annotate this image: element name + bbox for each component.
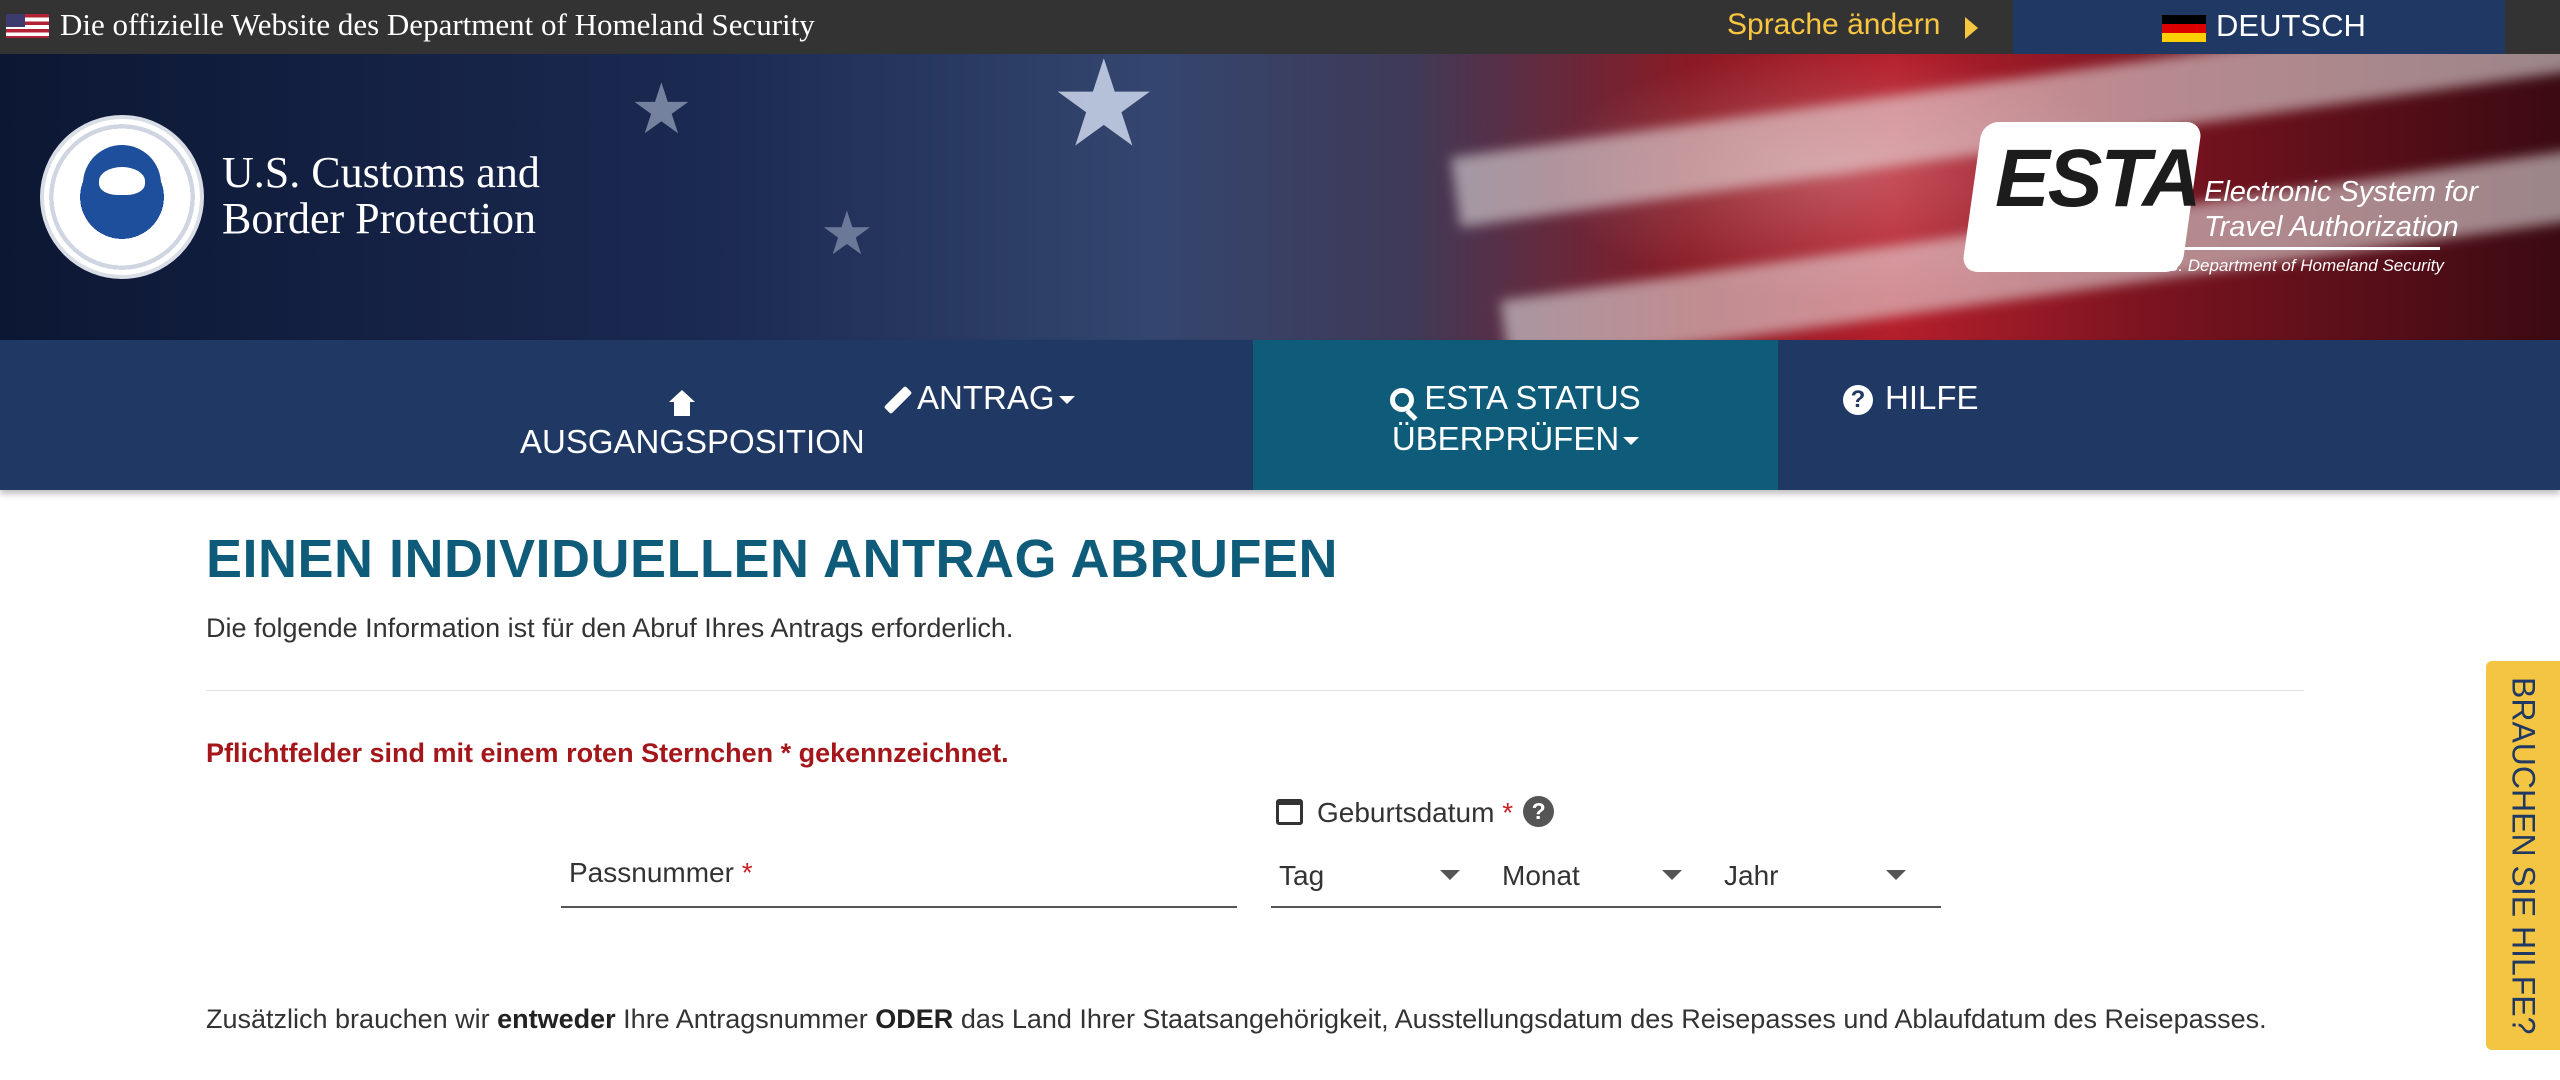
additional-info-text: Zusätzlich brauchen wir entweder Ihre An… xyxy=(206,999,2316,1040)
agency-name[interactable]: U.S. Customs and Border Protection xyxy=(222,150,540,242)
star-decoration: ★ xyxy=(630,70,693,148)
chevron-down-icon[interactable] xyxy=(1886,870,1906,880)
required-marker: * xyxy=(1502,797,1514,828)
additional-info-part1: Zusätzlich brauchen wir xyxy=(206,1004,498,1034)
passport-number-label: Passnummer * xyxy=(569,857,753,889)
agency-name-line1: U.S. Customs and xyxy=(222,148,540,197)
esta-logo-text: ESTA xyxy=(1995,133,2202,224)
caret-down-icon xyxy=(1058,396,1075,405)
date-of-birth-fields xyxy=(1271,852,1941,908)
nav-home-label: AUSGANGSPOSITION xyxy=(520,423,865,460)
nav-status-label-line1: ESTA STATUS xyxy=(1424,379,1641,416)
birth-year-select[interactable]: Jahr xyxy=(1724,860,1778,892)
us-flag-icon xyxy=(6,14,49,38)
need-help-label[interactable]: BRAUCHEN SIE HILFE? xyxy=(2486,661,2560,1050)
star-decoration: ★ xyxy=(1050,54,1158,171)
date-of-birth-label: Geburtsdatum *? xyxy=(1276,796,1555,829)
passport-number-text: Passnummer xyxy=(569,857,734,888)
esta-tagline-line2: Travel Authorization xyxy=(2204,211,2459,243)
nav-application[interactable]: ANTRAG xyxy=(883,377,1075,418)
german-flag-icon xyxy=(2162,15,2206,42)
calendar-icon xyxy=(1276,798,1303,825)
esta-subtitle: U.S. Department of Homeland Security xyxy=(2150,256,2444,275)
question-circle-icon: ? xyxy=(1843,385,1873,416)
current-language-label[interactable]: DEUTSCH xyxy=(2216,8,2366,44)
caret-right-icon[interactable] xyxy=(1965,17,1978,39)
additional-info-part3: das Land Ihrer Staatsangehörigkeit, Auss… xyxy=(953,1004,2267,1034)
esta-tagline-line1: Electronic System for xyxy=(2204,176,2478,208)
esta-divider xyxy=(2150,247,2440,250)
additional-info-or: ODER xyxy=(875,1004,954,1034)
nav-home[interactable]: AUSGANGSPOSITION xyxy=(520,380,865,462)
birth-day-select[interactable]: Tag xyxy=(1279,860,1324,892)
nav-help-label: HILFE xyxy=(1885,379,1979,416)
search-icon xyxy=(1390,388,1415,413)
star-decoration: ★ xyxy=(820,200,874,267)
change-language-link[interactable]: Sprache ändern xyxy=(1727,8,1941,42)
help-tooltip-icon[interactable]: ? xyxy=(1523,796,1555,828)
page-title: EINEN INDIVIDUELLEN ANTRAG ABRUFEN xyxy=(206,529,1339,589)
additional-info-either: entweder xyxy=(497,1004,616,1034)
nav-esta-status[interactable]: ESTA STATUS ÜBERPRÜFEN xyxy=(1253,377,1778,459)
nav-help[interactable]: ? HILFE xyxy=(1843,377,1979,418)
section-divider xyxy=(206,690,2304,691)
date-of-birth-text: Geburtsdatum xyxy=(1317,797,1495,828)
chevron-down-icon[interactable] xyxy=(1662,870,1682,880)
eagle-icon xyxy=(83,145,161,223)
caret-down-icon xyxy=(1623,437,1640,446)
birth-month-select[interactable]: Monat xyxy=(1502,860,1580,892)
official-website-text: Die offizielle Website des Department of… xyxy=(60,7,815,42)
home-icon xyxy=(666,390,698,417)
chevron-down-icon[interactable] xyxy=(1440,870,1460,880)
required-marker: * xyxy=(741,857,753,888)
required-fields-note: Pflichtfelder sind mit einem roten Stern… xyxy=(206,738,1009,768)
nav-application-label: ANTRAG xyxy=(917,379,1055,416)
page-intro: Die folgende Information ist für den Abr… xyxy=(206,613,1014,643)
additional-info-part2: Ihre Antragsnummer xyxy=(615,1004,876,1034)
nav-status-label-line2: ÜBERPRÜFEN xyxy=(1391,420,1620,457)
agency-name-line2: Border Protection xyxy=(222,194,537,243)
